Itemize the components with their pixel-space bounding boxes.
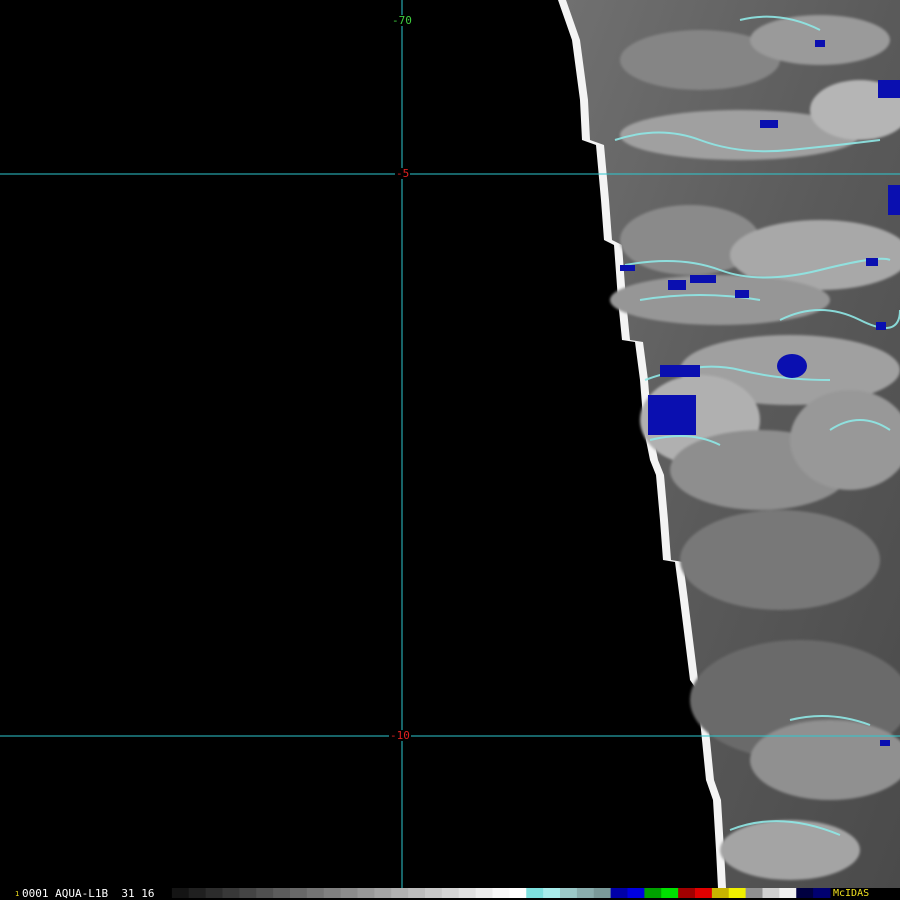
colorbar-segment	[458, 888, 477, 898]
colorbar-segment	[492, 888, 510, 898]
colorbar-segment	[509, 888, 527, 898]
colorbar-segment	[560, 888, 578, 898]
colorbar-segment	[728, 888, 747, 898]
satellite-imagery	[0, 0, 900, 888]
colorbar-segment	[425, 888, 443, 898]
colorbar-segment	[644, 888, 662, 898]
colorbar-segment	[357, 888, 375, 898]
color-enhancement-bar	[155, 888, 831, 898]
colorbar-segment	[711, 888, 730, 898]
colorbar-segment	[796, 888, 814, 898]
colorbar-segment	[695, 888, 713, 898]
colorbar-segment	[290, 888, 308, 898]
colorbar-segment	[323, 888, 342, 898]
satellite-image-view: -70 -5 -10 1 0001 AQUA-L1B 31 16 NOV 153…	[0, 0, 900, 900]
colorbar-segment	[340, 888, 359, 898]
colorbar-segment	[779, 888, 797, 898]
colorbar-segment	[441, 888, 460, 898]
colorbar-segment	[306, 888, 325, 898]
colorbar-segment	[543, 888, 561, 898]
status-bar: 1 0001 AQUA-L1B 31 16 NOV 15320 080500 1…	[0, 888, 900, 900]
colorbar-segment	[171, 888, 190, 898]
colorbar-segment	[813, 888, 831, 898]
colorbar-segment	[593, 888, 612, 898]
latitude-label-10: -10	[389, 729, 411, 742]
longitude-label: -70	[391, 14, 413, 27]
colorbar-segment	[408, 888, 426, 898]
colorbar-segment	[256, 888, 274, 898]
colorbar-segment	[661, 888, 679, 898]
colorbar-segment	[576, 888, 595, 898]
frame-prefix: 1	[15, 890, 20, 898]
colorbar-segment	[475, 888, 494, 898]
colorbar-segment	[188, 888, 207, 898]
colorbar-segment	[762, 888, 780, 898]
colorbar-segment	[222, 888, 240, 898]
colorbar-segment	[745, 888, 764, 898]
colorbar-segment	[239, 888, 257, 898]
colorbar-segment	[610, 888, 629, 898]
colorbar-segment	[627, 888, 645, 898]
colorbar-segment	[391, 888, 409, 898]
latitude-label-5: -5	[395, 167, 411, 180]
colorbar-segment	[526, 888, 544, 898]
colorbar-segment	[273, 888, 291, 898]
colorbar-segment	[155, 888, 173, 898]
mcidas-brand: McIDAS	[833, 888, 870, 899]
colorbar-segment	[374, 888, 392, 898]
colorbar-segment	[205, 888, 224, 898]
colorbar-segment	[678, 888, 696, 898]
